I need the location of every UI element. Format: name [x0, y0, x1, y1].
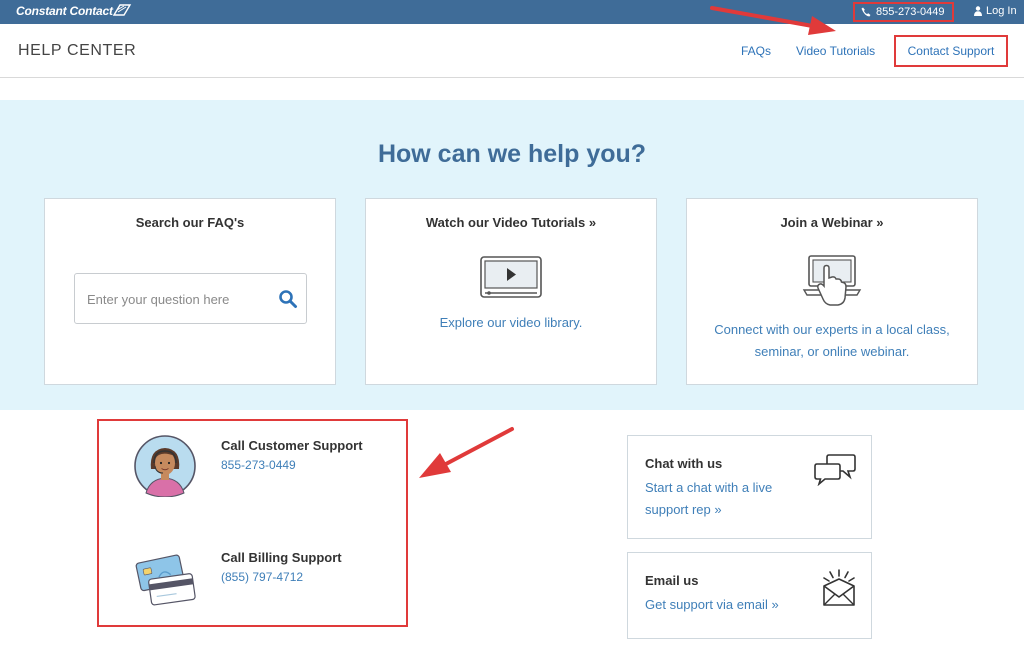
webinar-card-description[interactable]: Connect with our experts in a local clas…: [697, 319, 967, 363]
customer-support-phone[interactable]: 855-273-0449: [221, 458, 296, 472]
chat-card[interactable]: Chat with us Start a chat with a live su…: [627, 435, 872, 539]
nav-video-tutorials[interactable]: Video Tutorials: [796, 44, 875, 58]
support-agent-avatar-icon: [134, 435, 196, 497]
envelope-icon: [823, 569, 855, 606]
chat-bubbles-icon: [814, 454, 856, 486]
webinar-description-line1: Connect with our experts in a local clas…: [714, 322, 950, 337]
annotation-arrow-support: [419, 427, 514, 478]
chat-card-description[interactable]: Start a chat with a live support rep »: [645, 477, 772, 521]
phone-support-box: Call Customer Support 855-273-0449 Call …: [97, 419, 408, 627]
video-card-description[interactable]: Explore our video library.: [376, 312, 646, 334]
login-label: Log In: [986, 5, 1017, 17]
annotation-arrow-top: [710, 6, 836, 35]
help-center-header: HELP CENTER FAQs Video Tutorials Contact…: [0, 24, 1024, 78]
faq-search-input[interactable]: [87, 289, 267, 309]
chat-card-title: Chat with us: [645, 456, 723, 471]
constant-contact-flag-icon: [112, 4, 132, 16]
email-card[interactable]: Email us Get support via email »: [627, 552, 872, 639]
chat-description-line1: Start a chat with a live: [645, 480, 773, 495]
login-link[interactable]: Log In: [974, 5, 1017, 17]
webinar-card[interactable]: Join a Webinar » Connect with our expert…: [686, 198, 978, 385]
nav-faqs[interactable]: FAQs: [741, 44, 771, 58]
billing-support-phone[interactable]: (855) 797-4712: [221, 570, 303, 584]
search-icon[interactable]: [278, 289, 298, 309]
top-phone-number: 855-273-0449: [876, 6, 945, 18]
webinar-description-line2: seminar, or online webinar.: [754, 344, 910, 359]
hero-title: How can we help you?: [377, 140, 647, 168]
hero-section: How can we help you? Search our FAQ's Wa…: [0, 100, 1024, 410]
faq-search-box: [74, 273, 307, 324]
video-tutorials-card[interactable]: Watch our Video Tutorials » Explore our …: [365, 198, 657, 385]
email-card-description[interactable]: Get support via email »: [645, 594, 779, 616]
help-center-title[interactable]: HELP CENTER: [18, 42, 136, 60]
video-card-title[interactable]: Watch our Video Tutorials »: [366, 215, 656, 230]
customer-support-title: Call Customer Support: [221, 438, 363, 453]
top-bar: Constant Contact 855-273-0449 Log In: [0, 0, 1024, 24]
webinar-card-title[interactable]: Join a Webinar »: [687, 215, 977, 230]
credit-cards-icon: [135, 554, 196, 606]
video-player-icon: [480, 256, 542, 298]
billing-support-title: Call Billing Support: [221, 550, 342, 565]
laptop-touch-icon: [802, 255, 862, 306]
faq-search-card: Search our FAQ's: [44, 198, 336, 385]
user-icon: [974, 6, 982, 16]
phone-icon: [861, 7, 871, 17]
email-card-title: Email us: [645, 573, 699, 588]
top-phone-link[interactable]: 855-273-0449: [853, 2, 954, 22]
chat-description-line2: support rep »: [645, 502, 722, 517]
faq-card-title: Search our FAQ's: [135, 215, 245, 230]
constant-contact-logo[interactable]: Constant Contact: [16, 4, 113, 18]
nav-contact-support[interactable]: Contact Support: [894, 35, 1008, 67]
nav-contact-support-label: Contact Support: [907, 44, 995, 58]
